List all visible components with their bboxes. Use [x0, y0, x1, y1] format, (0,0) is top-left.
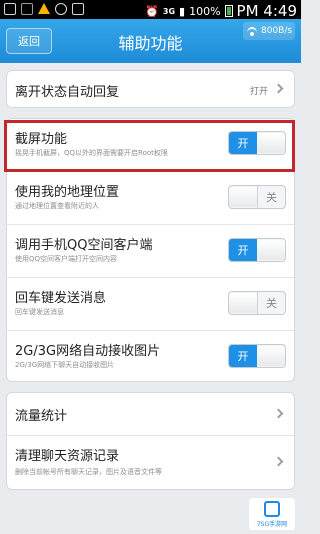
toggle-knob [257, 346, 285, 366]
auto-reply-row[interactable]: 离开状态自动回复 打开 [7, 71, 294, 107]
warning-icon [38, 3, 50, 14]
signal-icon: ▮ [179, 4, 186, 18]
row-title: 2G/3G网络自动接收图片 [15, 344, 161, 359]
toggle-off-label: 关 [257, 186, 285, 208]
auto-image-toggle[interactable]: 开 [228, 344, 286, 368]
toggle-off-label: 关 [257, 292, 285, 314]
row-subtitle: 回车键发送消息 [15, 308, 64, 316]
row-subtitle: 使用QQ空间客户端打开空间内容 [15, 255, 118, 263]
toggle-knob [257, 240, 285, 260]
toggle-knob [229, 293, 257, 313]
watermark-text: 7SG手游网 [256, 521, 288, 528]
clock: PM 4:49 [236, 2, 297, 20]
location-toggle[interactable]: 关 [228, 185, 286, 209]
notification-icon [4, 3, 16, 15]
status-right: ⏰ 3G ▮ 100% PM 4:49 [145, 2, 297, 20]
usb-icon [21, 3, 33, 15]
network-type: 3G [162, 6, 176, 16]
location-row: 使用我的地理位置 通过地理位置查看附近的人 关 [7, 172, 294, 224]
chevron-right-icon [273, 456, 284, 467]
battery-icon [224, 5, 233, 17]
data-card: 流量统计 清理聊天资源记录 删除当前帐号所有聊天记录，图片及语音文件等 [6, 392, 295, 490]
alarm-icon: ⏰ [145, 4, 159, 18]
toggle-knob [229, 187, 257, 207]
row-subtitle: 2G/3G网络下聊天自动接收图片 [15, 361, 115, 369]
title-bar: 返回 辅助功能 800B/s [0, 19, 301, 63]
auto-reply-card: 离开状态自动回复 打开 [6, 70, 295, 108]
traffic-speed: 800B/s [261, 26, 293, 36]
clear-records-row[interactable]: 清理聊天资源记录 删除当前帐号所有聊天记录，图片及语音文件等 [7, 436, 294, 490]
status-bar: ⏰ 3G ▮ 100% PM 4:49 [0, 0, 301, 20]
chevron-right-icon [273, 83, 284, 94]
status-left-icons [4, 3, 84, 15]
enter-send-row: 回车键发送消息 回车键发送消息 关 [7, 278, 294, 330]
app-icon [72, 3, 84, 15]
chevron-right-icon [273, 408, 284, 419]
sync-icon [55, 3, 67, 15]
wifi-icon [246, 26, 258, 36]
traffic-indicator: 800B/s [243, 22, 295, 40]
watermark-logo-icon [264, 501, 280, 517]
row-title: 使用我的地理位置 [15, 185, 120, 200]
qzone-row: 调用手机QQ空间客户端 使用QQ空间客户端打开空间内容 开 [7, 225, 294, 277]
row-subtitle: 通过地理位置查看附近的人 [15, 202, 99, 210]
row-title: 流量统计 [15, 409, 68, 424]
highlight-box [4, 120, 295, 172]
row-title: 清理聊天资源记录 [15, 449, 120, 464]
row-subtitle: 删除当前帐号所有聊天记录，图片及语音文件等 [15, 468, 162, 476]
auto-reply-value: 打开 [249, 87, 268, 97]
site-watermark: 7SG手游网 [249, 498, 295, 530]
auto-image-row: 2G/3G网络自动接收图片 2G/3G网络下聊天自动接收图片 开 [7, 331, 294, 383]
toggle-on-label: 开 [229, 239, 257, 261]
row-title: 调用手机QQ空间客户端 [15, 238, 153, 253]
toggle-on-label: 开 [229, 345, 257, 367]
enter-send-toggle[interactable]: 关 [228, 291, 286, 315]
traffic-stats-row[interactable]: 流量统计 [7, 393, 294, 435]
row-title: 回车键发送消息 [15, 291, 107, 306]
battery-percent: 100% [189, 4, 221, 18]
row-title: 离开状态自动回复 [15, 85, 120, 100]
qzone-toggle[interactable]: 开 [228, 238, 286, 262]
